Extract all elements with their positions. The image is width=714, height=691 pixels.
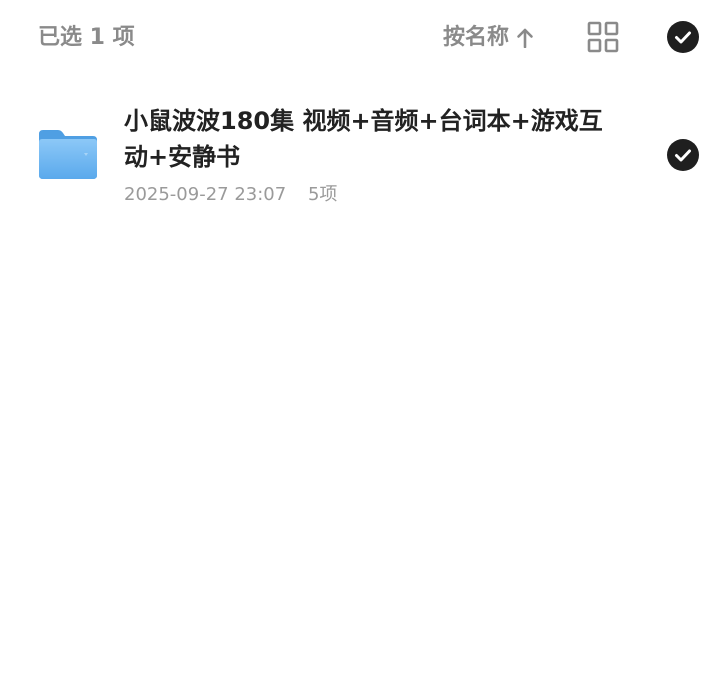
grid-view-icon[interactable]	[587, 21, 619, 53]
arrow-up-icon	[517, 28, 533, 48]
row-check-icon[interactable]	[667, 139, 699, 171]
file-meta: 2025-09-27 23:07 5项	[124, 183, 337, 207]
file-item-count: 5项	[307, 184, 338, 205]
file-row[interactable]: 小鼠波波180集 视频+音频+台词本+游戏互动+安静书 2025-09-27 2…	[0, 96, 714, 216]
folder-icon	[39, 130, 97, 179]
select-all-check-icon[interactable]	[667, 21, 699, 53]
selection-toolbar: 已选 1 项 按名称	[0, 0, 714, 76]
file-name: 小鼠波波180集 视频+音频+台词本+游戏互动+安静书	[124, 107, 603, 171]
selected-count-label: 已选 1 项	[38, 25, 135, 50]
sort-label: 按名称	[443, 25, 510, 50]
file-date: 2025-09-27 23:07	[124, 184, 287, 205]
sort-by-name-button[interactable]: 按名称	[443, 23, 534, 53]
